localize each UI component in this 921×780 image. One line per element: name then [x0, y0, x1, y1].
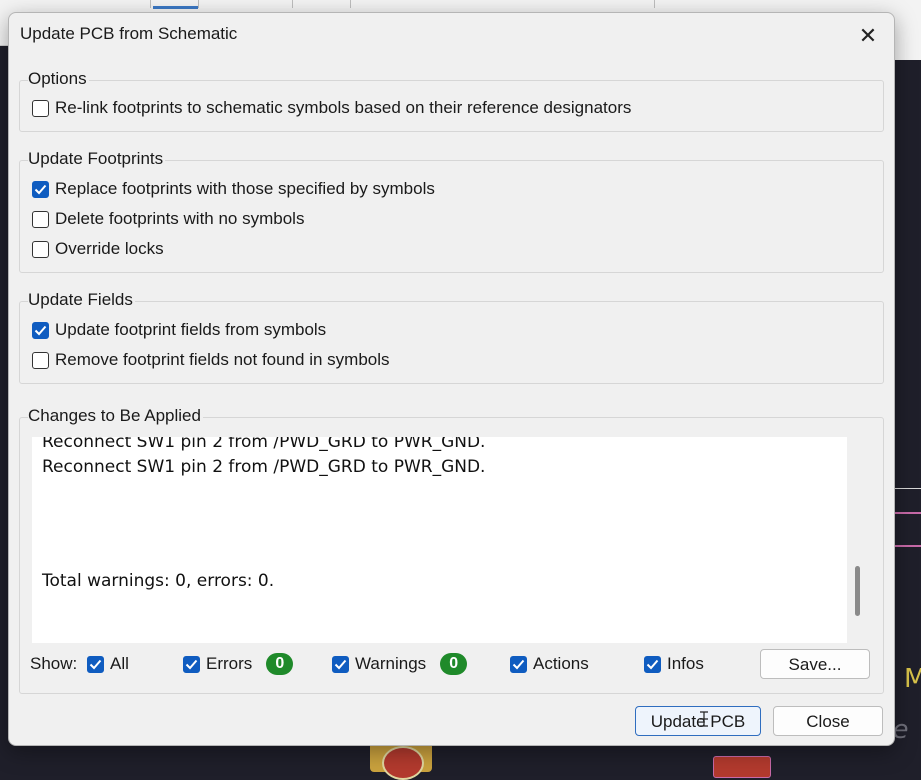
- bg-tab-divider: [654, 0, 655, 8]
- log-line: Reconnect SW1 pin 2 from /PWD_GRD to PWR…: [42, 437, 486, 452]
- remove-fields-checkbox[interactable]: Remove footprint fields not found in sym…: [32, 349, 390, 371]
- log-scrollbar-thumb[interactable]: [855, 566, 860, 616]
- bg-active-tab-indicator: [153, 6, 198, 9]
- checkbox-box[interactable]: [332, 655, 349, 673]
- changes-group-label: Changes to Be Applied: [28, 406, 203, 426]
- filter-warnings-label: Warnings: [355, 654, 427, 673]
- log-line: Reconnect SW1 pin 2 from /PWD_GRD to PWR…: [42, 457, 486, 477]
- close-button[interactable]: Close: [773, 706, 883, 736]
- checkbox-box[interactable]: [644, 655, 661, 673]
- filter-all-checkbox[interactable]: All: [87, 652, 129, 676]
- save-button[interactable]: Save...: [760, 649, 870, 679]
- bg-trace: [893, 488, 921, 489]
- filter-actions-checkbox[interactable]: Actions: [510, 652, 589, 676]
- filter-infos-checkbox[interactable]: Infos: [644, 652, 704, 676]
- filter-warnings-checkbox[interactable]: Warnings 0: [332, 652, 468, 676]
- relink-footprints-checkbox[interactable]: Re-link footprints to schematic symbols …: [32, 97, 631, 119]
- checkbox-label: Update footprint fields from symbols: [55, 320, 327, 339]
- override-locks-checkbox[interactable]: Override locks: [32, 238, 164, 260]
- bg-footprint-pad: [382, 746, 424, 780]
- checkbox-box[interactable]: [32, 351, 49, 369]
- warnings-count-badge: 0: [440, 653, 468, 675]
- bg-trace: [893, 512, 921, 514]
- text-cursor-icon: [700, 711, 708, 727]
- checkbox-box[interactable]: [510, 655, 527, 673]
- filter-infos-label: Infos: [667, 654, 704, 673]
- bg-panel: [892, 45, 921, 60]
- bg-footprint-pad: [713, 756, 771, 778]
- close-icon[interactable]: ✕: [855, 23, 881, 49]
- changes-log[interactable]: Reconnect SW1 pin 2 from /PWD_GRD to PWR…: [32, 437, 847, 643]
- bg-tab-divider: [292, 0, 293, 8]
- checkbox-box[interactable]: [32, 99, 49, 117]
- update-fields-checkbox[interactable]: Update footprint fields from symbols: [32, 319, 326, 341]
- checkbox-box[interactable]: [87, 655, 104, 673]
- checkbox-box[interactable]: [32, 240, 49, 258]
- checkbox-box[interactable]: [183, 655, 200, 673]
- update-footprints-group: Update Footprints Replace footprints wit…: [19, 149, 884, 273]
- checkbox-box[interactable]: [32, 321, 49, 339]
- dialog-title: Update PCB from Schematic: [20, 24, 238, 43]
- update-fields-group: Update Fields Update footprint fields fr…: [19, 290, 884, 384]
- options-group: Options Re-link footprints to schematic …: [19, 69, 884, 132]
- log-line: Total warnings: 0, errors: 0.: [42, 571, 275, 591]
- checkbox-label: Re-link footprints to schematic symbols …: [55, 98, 632, 117]
- bg-tab-divider: [150, 0, 151, 8]
- show-label: Show:: [30, 654, 78, 673]
- update-fields-group-label: Update Fields: [28, 290, 135, 310]
- changes-group: Changes to Be Applied Reconnect SW1 pin …: [19, 406, 884, 694]
- update-pcb-dialog: Update PCB from Schematic ✕ Options Re-l…: [8, 12, 895, 746]
- delete-footprints-checkbox[interactable]: Delete footprints with no symbols: [32, 208, 304, 230]
- filter-actions-label: Actions: [533, 654, 589, 673]
- filter-all-label: All: [110, 654, 129, 673]
- bg-trace: [893, 545, 921, 547]
- options-group-label: Options: [28, 69, 89, 89]
- bg-tab-divider: [198, 0, 199, 8]
- filter-errors-label: Errors: [206, 654, 253, 673]
- checkbox-label: Override locks: [55, 239, 164, 258]
- checkbox-box[interactable]: [32, 180, 49, 198]
- update-footprints-group-label: Update Footprints: [28, 149, 166, 169]
- checkbox-label: Remove footprint fields not found in sym…: [55, 350, 390, 369]
- errors-count-badge: 0: [266, 653, 294, 675]
- replace-footprints-checkbox[interactable]: Replace footprints with those specified …: [32, 178, 435, 200]
- checkbox-label: Delete footprints with no symbols: [55, 209, 305, 228]
- bg-tab-divider: [350, 0, 351, 8]
- checkbox-box[interactable]: [32, 210, 49, 228]
- filter-errors-checkbox[interactable]: Errors 0: [183, 652, 294, 676]
- checkbox-label: Replace footprints with those specified …: [55, 179, 435, 198]
